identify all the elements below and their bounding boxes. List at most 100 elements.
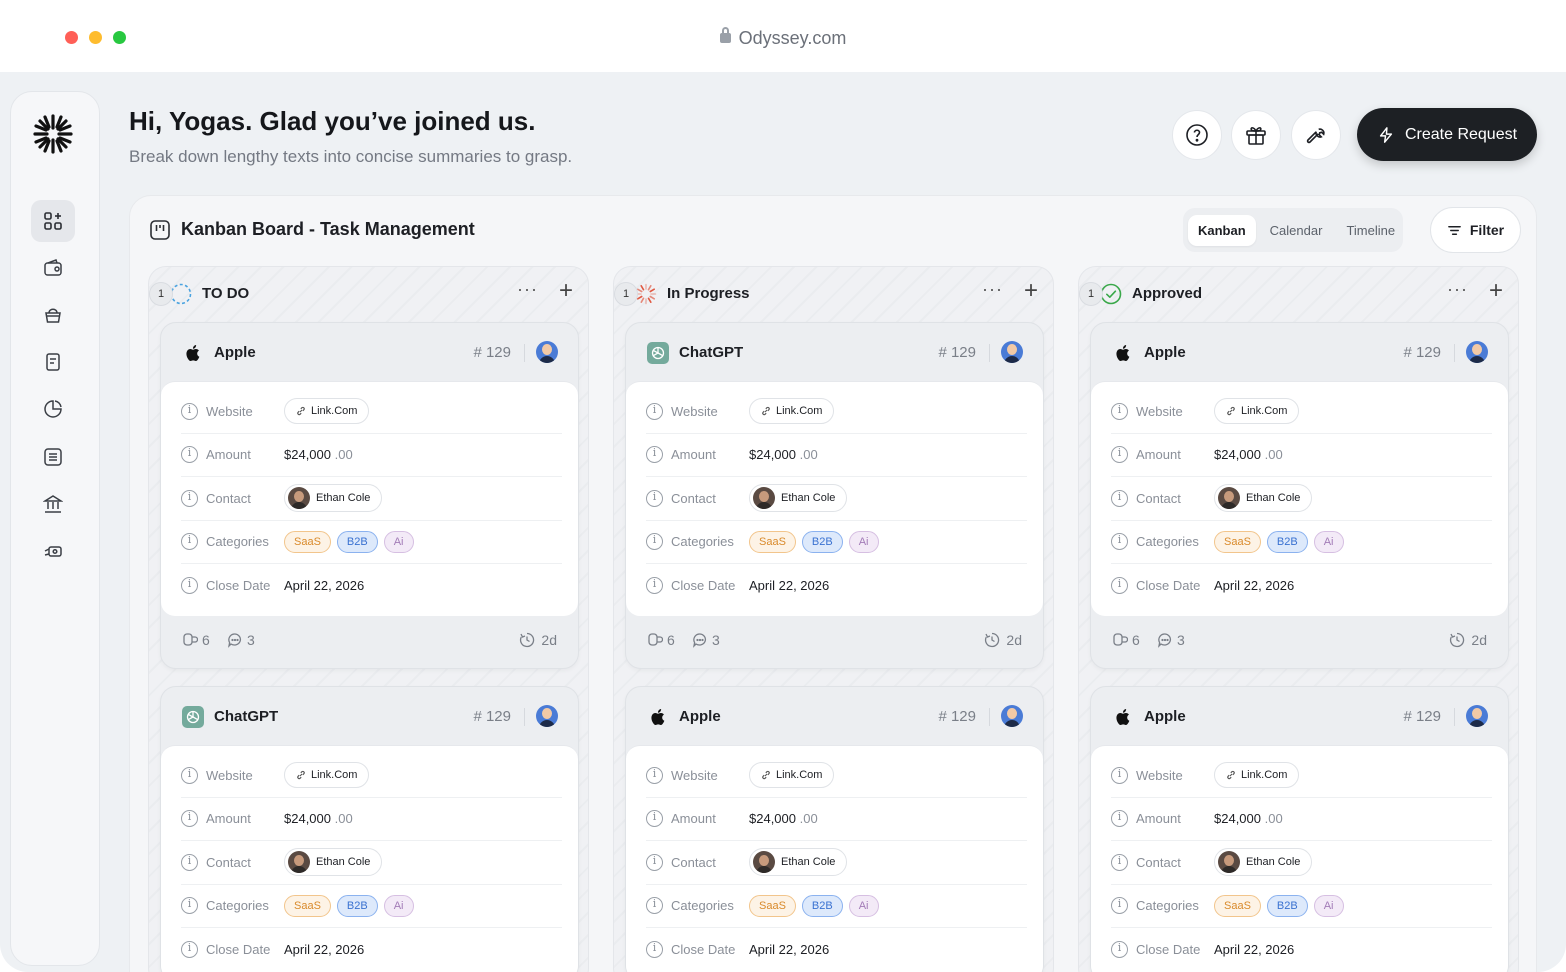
category-tag[interactable]: SaaS [284, 894, 331, 917]
filter-button[interactable]: Filter [1430, 207, 1521, 253]
address-bar[interactable]: Odyssey.com [0, 27, 1566, 49]
add-card-icon[interactable]: + [1489, 277, 1503, 305]
assignee-avatar[interactable] [536, 341, 558, 363]
category-tag[interactable]: SaaS [749, 530, 796, 553]
nav-shop[interactable] [31, 294, 75, 336]
contact-chip[interactable]: Ethan Cole [1214, 848, 1313, 877]
contact-chip[interactable]: Ethan Cole [1214, 484, 1313, 513]
card-brand-name: Apple [1144, 344, 1186, 361]
card-divider [1454, 708, 1455, 726]
info-icon [181, 402, 198, 420]
category-tag[interactable]: Ai [1313, 530, 1344, 553]
category-tag[interactable]: B2B [336, 530, 378, 553]
close-date-value: April 22, 2026 [749, 942, 830, 958]
nav-documents[interactable] [31, 341, 75, 383]
task-card[interactable]: ChatGPT # 129 Website Link.Com Amount $2… [160, 686, 579, 972]
category-tag[interactable]: Ai [383, 894, 414, 917]
nav-wallet[interactable] [31, 247, 75, 289]
contact-name: Ethan Cole [781, 492, 836, 505]
contact-chip[interactable]: Ethan Cole [284, 484, 383, 513]
contact-name: Ethan Cole [1246, 492, 1301, 505]
field-label: Website [206, 403, 253, 419]
nav-dashboard[interactable] [31, 200, 75, 242]
website-link[interactable]: Link.Com [1214, 398, 1300, 425]
more-options-icon[interactable]: ··· [517, 279, 538, 300]
attachments-count[interactable]: 6 [647, 632, 675, 648]
assignee-avatar[interactable] [1466, 341, 1488, 363]
tab-kanban[interactable]: Kanban [1188, 214, 1256, 246]
amount-value: $24,000 .00 [284, 811, 353, 827]
tab-calendar[interactable]: Calendar [1260, 215, 1333, 246]
category-tag[interactable]: Ai [848, 894, 879, 917]
category-tag[interactable]: SaaS [1214, 530, 1261, 553]
add-card-icon[interactable]: + [1024, 277, 1038, 305]
category-tag[interactable]: SaaS [749, 894, 796, 917]
browser-titlebar: Odyssey.com [0, 0, 1566, 72]
contact-chip[interactable]: Ethan Cole [284, 848, 383, 877]
task-card[interactable]: Apple # 129 Website Link.Com Amount $24,… [160, 322, 579, 669]
card-fields: Website Link.Com Amount $24,000 .00 Cont… [161, 381, 578, 616]
category-tag[interactable]: B2B [1266, 530, 1308, 553]
nav-analytics[interactable] [31, 388, 75, 430]
comments-count[interactable]: 3 [692, 632, 720, 648]
website-link[interactable]: Link.Com [749, 398, 835, 425]
assignee-avatar[interactable] [1466, 705, 1488, 727]
category-tag[interactable]: B2B [801, 894, 843, 917]
website-link[interactable]: Link.Com [284, 762, 370, 789]
comments-count[interactable]: 3 [227, 632, 255, 648]
attachments-count[interactable]: 6 [182, 632, 210, 648]
contact-chip[interactable]: Ethan Cole [749, 848, 848, 877]
assignee-avatar[interactable] [536, 705, 558, 727]
field-close-date: Close Date April 22, 2026 [1111, 564, 1492, 608]
website-link[interactable]: Link.Com [284, 398, 370, 425]
task-card[interactable]: Apple # 129 Website Link.Com Amount $24,… [1090, 322, 1509, 669]
nav-payments[interactable] [31, 530, 75, 572]
assignee-avatar[interactable] [1001, 341, 1023, 363]
info-icon [646, 897, 663, 915]
category-tag[interactable]: B2B [801, 530, 843, 553]
contact-avatar [1218, 851, 1240, 874]
column-approved: Approved 1 ··· + Apple # 129 Website Link.C… [1078, 266, 1519, 972]
link-icon [1227, 771, 1235, 780]
info-icon [646, 853, 663, 871]
gift-button[interactable] [1231, 110, 1281, 160]
close-date-value: April 22, 2026 [749, 578, 830, 594]
column-header: Approved 1 ··· + [1079, 267, 1518, 321]
field-website: Website Link.Com [646, 754, 1027, 798]
category-tag[interactable]: B2B [336, 894, 378, 917]
comment-icon [1158, 632, 1171, 648]
url-text: Odyssey.com [738, 28, 847, 48]
tab-timeline[interactable]: Timeline [1336, 215, 1405, 246]
logo-icon [33, 114, 73, 154]
field-website: Website Link.Com [646, 390, 1027, 434]
more-options-icon[interactable]: ··· [1447, 279, 1468, 300]
field-amount: Amount $24,000 .00 [646, 434, 1027, 477]
nav-list[interactable] [31, 436, 75, 478]
category-tag[interactable]: SaaS [1214, 894, 1261, 917]
category-tag[interactable]: SaaS [284, 530, 331, 553]
task-card[interactable]: Apple # 129 Website Link.Com Amount $24,… [1090, 686, 1509, 972]
category-tag[interactable]: Ai [848, 530, 879, 553]
settings-button[interactable] [1291, 110, 1341, 160]
attachments-count[interactable]: 6 [1112, 632, 1140, 648]
comments-count[interactable]: 3 [1157, 632, 1185, 648]
link-icon [762, 771, 770, 780]
field-label: Amount [671, 811, 716, 827]
task-card[interactable]: Apple # 129 Website Link.Com Amount $24,… [625, 686, 1044, 972]
website-link[interactable]: Link.Com [1214, 762, 1300, 789]
category-tag[interactable]: B2B [1266, 894, 1308, 917]
website-link[interactable]: Link.Com [749, 762, 835, 789]
info-icon [646, 446, 663, 464]
assignee-avatar[interactable] [1001, 705, 1023, 727]
category-tag[interactable]: Ai [383, 530, 414, 553]
column-title: In Progress [667, 285, 750, 302]
field-label: Contact [1136, 490, 1181, 506]
add-card-icon[interactable]: + [559, 277, 573, 305]
create-request-button[interactable]: Create Request [1357, 108, 1537, 161]
more-options-icon[interactable]: ··· [982, 279, 1003, 300]
nav-bank[interactable] [31, 483, 75, 525]
task-card[interactable]: ChatGPT # 129 Website Link.Com Amount $2… [625, 322, 1044, 669]
category-tag[interactable]: Ai [1313, 894, 1344, 917]
help-button[interactable] [1172, 110, 1222, 160]
contact-chip[interactable]: Ethan Cole [749, 484, 848, 513]
